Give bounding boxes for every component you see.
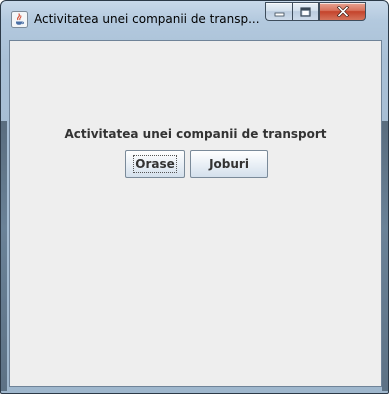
application-window: Activitatea unei companii de transp... A… xyxy=(0,0,389,394)
close-icon xyxy=(336,2,349,21)
page-heading: Activitatea unei companii de transport xyxy=(64,127,327,141)
minimize-icon xyxy=(274,2,285,21)
orase-button-label: Orase xyxy=(133,155,177,173)
title-bar[interactable]: Activitatea unei companii de transp... xyxy=(1,1,388,39)
maximize-button[interactable] xyxy=(292,2,319,21)
caption-buttons xyxy=(265,2,366,22)
joburi-button-label: Joburi xyxy=(209,157,249,171)
button-row: Orase Joburi xyxy=(10,150,381,178)
window-title: Activitatea unei companii de transp... xyxy=(34,12,260,26)
java-coffee-cup-icon[interactable] xyxy=(11,11,28,28)
orase-button[interactable]: Orase xyxy=(125,150,185,178)
content-panel: Activitatea unei companii de transport O… xyxy=(9,40,382,387)
joburi-button[interactable]: Joburi xyxy=(190,150,268,178)
maximize-icon xyxy=(300,2,311,21)
minimize-button[interactable] xyxy=(265,2,292,21)
close-button[interactable] xyxy=(319,2,366,21)
